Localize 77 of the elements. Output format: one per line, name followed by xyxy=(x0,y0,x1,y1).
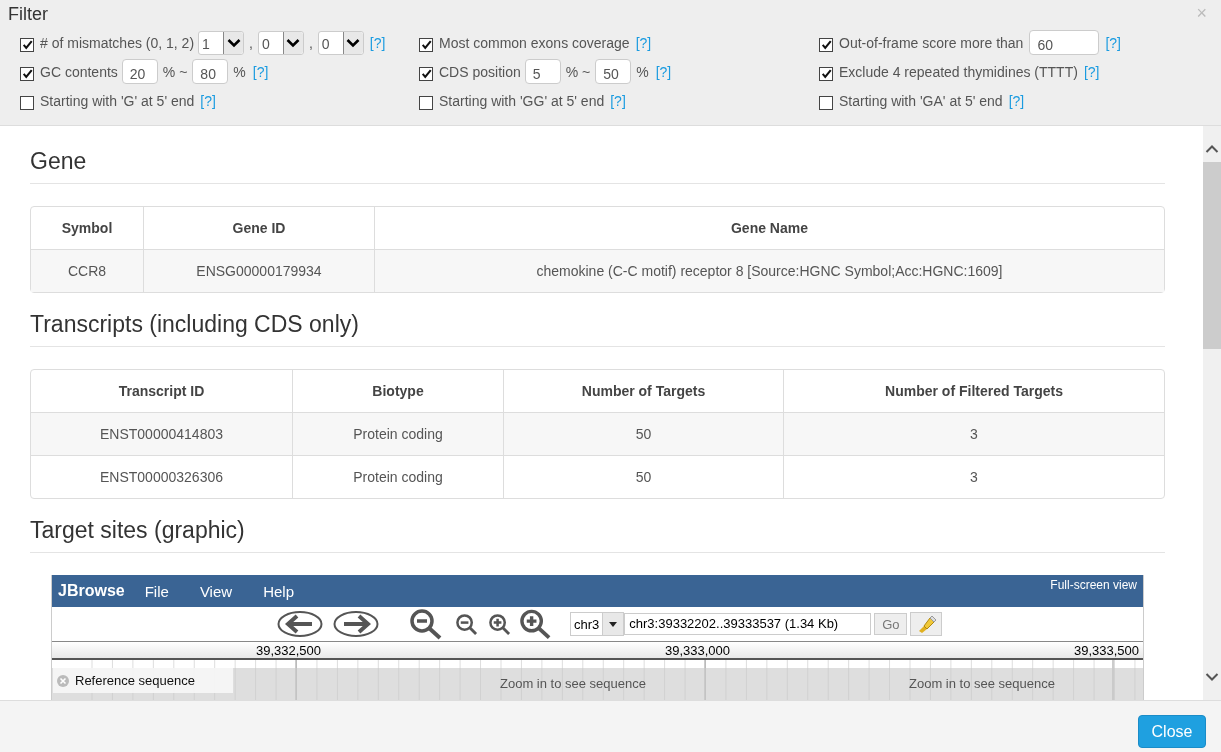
chromosome-select[interactable]: chr3 xyxy=(570,612,625,636)
checkbox[interactable] xyxy=(20,66,34,81)
input-field[interactable]: 60 xyxy=(1029,30,1100,55)
table-cell: Protein coding xyxy=(292,455,503,498)
checkbox[interactable] xyxy=(419,66,433,81)
chevron-down-icon xyxy=(346,37,361,48)
caret-icon xyxy=(609,621,618,627)
filter-label: Most common exons coverage xyxy=(439,34,630,51)
select-field[interactable]: 0 xyxy=(317,30,364,55)
brand-label: JBrowse xyxy=(58,582,125,600)
checkbox[interactable] xyxy=(819,95,833,110)
section-heading: Gene xyxy=(30,148,1165,184)
track-label[interactable]: Reference sequence xyxy=(53,668,233,693)
checkbox[interactable] xyxy=(419,95,433,110)
table-cell: CCR8 xyxy=(31,249,143,292)
menu-item[interactable]: File xyxy=(134,582,179,600)
chevron-down-icon xyxy=(226,37,241,48)
scroll-up-icon[interactable] xyxy=(1205,144,1219,154)
menu-item[interactable]: View xyxy=(189,582,243,600)
track-message: Zoom in to see sequence xyxy=(909,676,1055,691)
checkbox[interactable] xyxy=(419,37,433,52)
filter-title: Filter xyxy=(8,4,48,25)
input-field[interactable]: 5 xyxy=(524,59,561,84)
filter-label: Starting with 'GG' at 5' end xyxy=(439,92,605,109)
menu-item[interactable]: Help xyxy=(253,582,304,600)
separator: % ~ xyxy=(162,63,188,80)
checkbox[interactable] xyxy=(819,37,833,52)
highlight-button[interactable] xyxy=(910,612,943,636)
section-heading: Transcripts (including CDS only) xyxy=(30,311,1165,347)
zoom-out-icon[interactable] xyxy=(455,612,478,636)
column-header: Transcript ID xyxy=(117,382,206,401)
filter-label: # of mismatches (0, 1, 2) xyxy=(40,34,195,51)
column-header: Symbol xyxy=(60,219,114,238)
table-cell: ENSG00000179934 xyxy=(143,249,374,292)
checkbox[interactable] xyxy=(819,66,833,81)
table-cell: chemokine (C-C motif) receptor 8 [Source:HGNC Symbol;Acc:HGNC:1609] xyxy=(374,249,1164,292)
select-field[interactable]: 1 xyxy=(198,30,245,55)
zoom-in-icon[interactable] xyxy=(519,608,552,640)
input-field[interactable]: 80 xyxy=(192,59,229,84)
checkbox[interactable] xyxy=(20,37,34,52)
separator: , xyxy=(308,34,313,51)
section-heading: Target sites (graphic) xyxy=(30,517,1165,553)
input-field[interactable]: 50 xyxy=(595,59,632,84)
unit-label: % xyxy=(636,63,649,80)
table-cell: 3 xyxy=(783,455,1164,498)
table-cell: ENST00000414803 xyxy=(31,412,292,455)
input-field[interactable]: 20 xyxy=(121,59,158,84)
ruler-label: 39,332,500 xyxy=(256,643,322,658)
table-cell: 50 xyxy=(503,412,783,455)
go-button[interactable]: Go xyxy=(874,613,908,635)
filter-label: GC contents xyxy=(40,63,118,80)
table-cell: 50 xyxy=(503,455,783,498)
table-cell: ENST00000326306 xyxy=(31,455,292,498)
ruler-label: 39,333,500 xyxy=(1073,643,1139,658)
filter-label: CDS position xyxy=(439,63,521,80)
chevron-down-icon xyxy=(286,37,301,48)
track-label-text: Reference sequence xyxy=(75,673,195,688)
table-cell: Protein coding xyxy=(292,412,503,455)
select-field[interactable]: 0 xyxy=(257,30,304,55)
pan-right-icon[interactable] xyxy=(333,610,379,638)
separator: , xyxy=(249,34,253,51)
filter-label: Starting with 'G' at 5' end xyxy=(40,92,195,109)
zoom-in-icon[interactable] xyxy=(488,612,511,636)
ruler-label: 39,333,000 xyxy=(665,643,731,658)
zoom-out-icon[interactable] xyxy=(409,608,443,640)
checkbox[interactable] xyxy=(20,95,34,110)
filter-label: Starting with 'GA' at 5' end xyxy=(839,92,1003,109)
track-message: Zoom in to see sequence xyxy=(500,676,646,691)
scroll-down-icon[interactable] xyxy=(1205,672,1219,682)
unit-label: % xyxy=(233,63,246,80)
fullscreen-link[interactable]: Full-screen view xyxy=(1050,578,1137,592)
location-field[interactable]: chr3:39332202..39333537 (1.34 Kb) xyxy=(624,613,872,635)
separator: % ~ xyxy=(565,63,591,80)
pan-left-icon[interactable] xyxy=(277,610,323,638)
filter-label: Out-of-frame score more than xyxy=(839,34,1024,51)
filter-label: Exclude 4 repeated thymidines (TTTT) xyxy=(839,63,1078,80)
table-cell: 3 xyxy=(783,412,1164,455)
